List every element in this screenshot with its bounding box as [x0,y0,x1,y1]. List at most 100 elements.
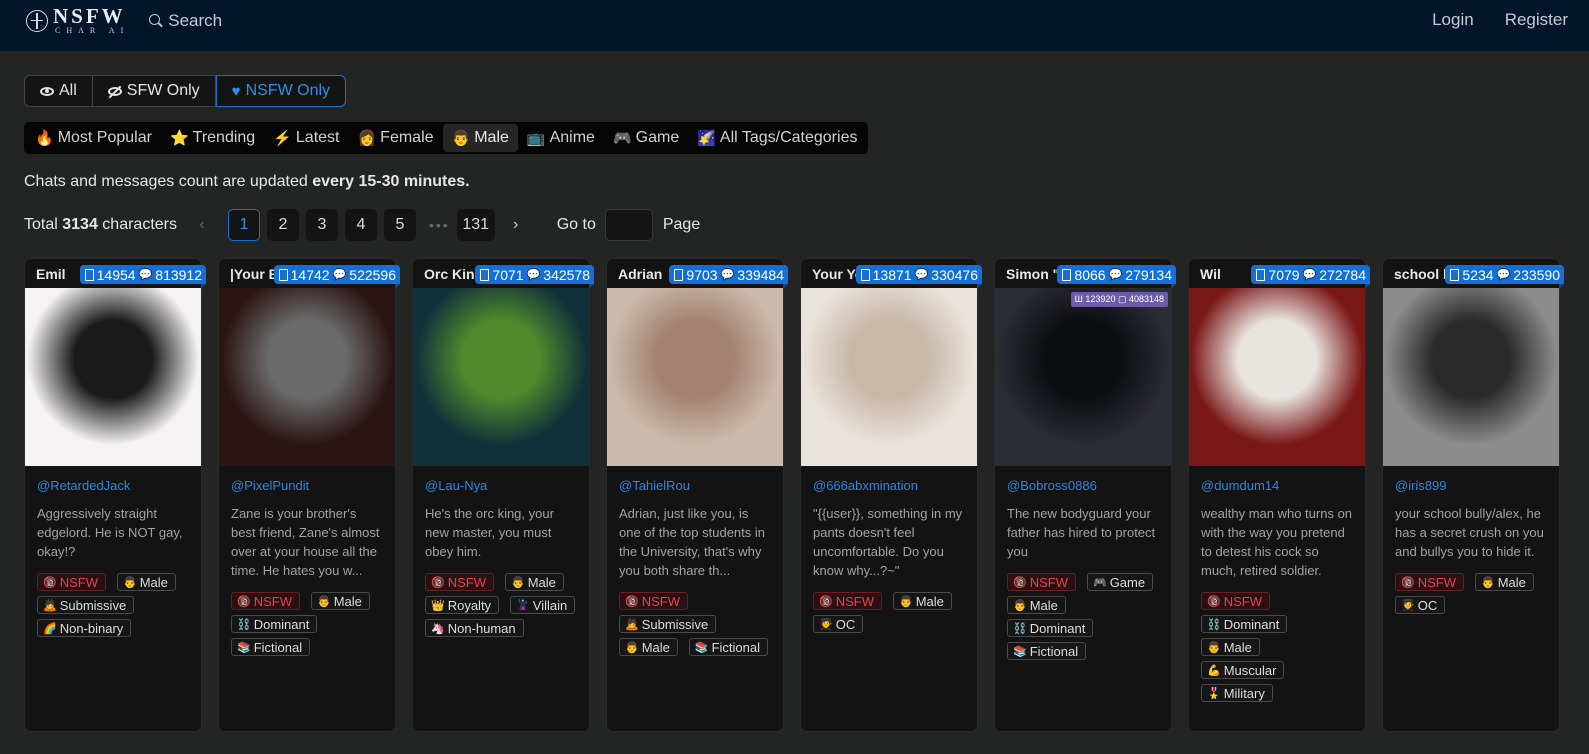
search-button[interactable]: Search [149,11,222,31]
tag-male[interactable]: 👨 Male [504,573,564,591]
pagination-ellipsis[interactable]: ••• [429,217,450,233]
creator-handle[interactable]: @TahielRou [619,478,771,493]
login-link[interactable]: Login [1432,10,1474,30]
category-tab-game[interactable]: 🎮 Game [604,124,688,152]
character-avatar[interactable] [1383,288,1559,466]
category-tab-female[interactable]: 👩 Female [348,124,442,152]
character-card[interactable]: Emil 14954 💬 813912 @RetardedJack Aggress… [24,258,207,732]
tag-nsfw[interactable]: 🔞 NSFW [1201,592,1270,610]
character-avatar[interactable] [25,288,201,466]
pagination: Total 3134 characters ‹ 1 2 3 4 5 ••• 13… [24,209,1589,241]
category-tab-trending[interactable]: ⭐ Trending [161,124,264,152]
tag-royalty[interactable]: 👑 Royalty [425,596,500,614]
register-link[interactable]: Register [1505,10,1568,30]
tag-emoji-icon: ⛓️ [237,618,251,631]
character-avatar[interactable] [219,288,395,466]
category-tab-male[interactable]: 👨 Male [442,124,518,152]
tag-submissive[interactable]: 🙇 Submissive [37,596,135,614]
tag-male[interactable]: 👨 Male [116,573,176,591]
tag-nsfw[interactable]: 🔞 NSFW [1395,573,1464,591]
tag-emoji-icon: 🔞 [237,595,251,608]
page-5-button[interactable]: 5 [383,209,416,241]
creator-handle[interactable]: @Bobross0886 [1007,478,1159,493]
tag-submissive[interactable]: 🙇 Submissive [619,615,717,633]
creator-handle[interactable]: @iris899 [1395,478,1547,493]
tag-muscular[interactable]: 💪 Muscular [1201,661,1285,679]
tag-male[interactable]: 👨 Male [1201,638,1260,656]
creator-handle[interactable]: @RetardedJack [37,478,189,493]
tag-oc[interactable]: 🧑‍🎓 OC [1395,596,1446,614]
tag-male[interactable]: 👨 Male [310,592,370,610]
character-avatar[interactable] [607,288,783,466]
stats-badge: 9703 💬 339484 [669,265,788,289]
category-tab-all-tags-categories[interactable]: 🌠 All Tags/Categories [688,124,866,152]
character-avatar[interactable]: Ш 123920 ▢ 4083148 [995,288,1171,466]
tag-nsfw[interactable]: 🔞 NSFW [231,592,300,610]
tag-nsfw[interactable]: 🔞 NSFW [425,573,494,591]
tag-nsfw[interactable]: 🔞 NSFW [619,592,688,610]
tag-military[interactable]: 🎖️ Military [1201,684,1273,702]
character-card[interactable]: Adrian 9703 💬 339484 @TahielRou Adrian, j… [606,258,788,732]
message-count: 279134 [1125,266,1172,283]
tag-villain[interactable]: 🦹 Villain [510,596,576,614]
tag-game[interactable]: 🎮 Game [1086,573,1154,591]
update-notice: Chats and messages count are updated eve… [24,173,1589,191]
last-page-button[interactable]: 131 [456,209,495,241]
creator-handle[interactable]: @dumdum14 [1201,478,1353,493]
tag-fictional[interactable]: 📚 Fictional [688,638,769,656]
character-avatar[interactable] [801,288,977,466]
tag-non-human[interactable]: 🦄 Non-human [425,619,524,637]
tag-nsfw[interactable]: 🔞 NSFW [813,592,882,610]
page-3-button[interactable]: 3 [305,209,338,241]
tag-fictional[interactable]: 📚 Fictional [1007,642,1087,660]
creator-handle[interactable]: @666abxmination [813,478,965,493]
tag-non-binary[interactable]: 🌈 Non-binary [37,619,132,637]
site-logo[interactable]: NSFW CHAR AI [26,6,129,35]
tag-label: Villain [532,597,568,613]
character-card[interactable]: |Your Brother's Best Friend| 14742 💬5225… [218,258,401,732]
tag-nsfw[interactable]: 🔞 NSFW [1007,573,1076,591]
prev-page-button[interactable]: ‹ [191,216,213,234]
filter-sfw-button[interactable]: SFW Only [93,76,216,106]
chat-count: 14742 [290,266,330,283]
category-tab-most-popular[interactable]: 🔥 Most Popular [26,124,161,152]
tag-male[interactable]: 👨 Male [1474,573,1534,591]
tag-male[interactable]: 👨 Male [892,592,952,610]
category-tab-anime[interactable]: 📺 Anime [518,124,604,152]
tag-emoji-icon: 🙇 [43,599,57,612]
tag-oc[interactable]: 🧑‍🎓 OC [813,615,864,633]
tag-label: Male [139,574,168,590]
chat-bubbles-icon: 💬 [332,269,347,281]
tag-fictional[interactable]: 📚 Fictional [231,638,311,656]
brain-logo-icon [26,9,48,32]
tag-emoji-icon: 🌈 [43,622,57,635]
chat-bubbles-icon: 💬 [1108,269,1123,281]
creator-handle[interactable]: @Lau-Nya [425,478,577,493]
goto-page-input[interactable] [604,209,653,241]
page-4-button[interactable]: 4 [344,209,377,241]
filter-all-button[interactable]: All [25,76,93,106]
tag-male[interactable]: 👨 Male [1007,596,1066,614]
tag-male[interactable]: 👨 Male [619,638,678,656]
character-avatar[interactable] [1189,288,1365,466]
tag-dominant[interactable]: ⛓️ Dominant [1201,615,1288,633]
next-page-button[interactable]: › [505,216,527,234]
character-card[interactable]: Simon "Ghost" Riley 8066 💬279134 Ш 12392… [994,258,1176,732]
category-label: Anime [549,129,595,146]
category-tab-latest[interactable]: ⚡ Latest [264,124,348,152]
character-card[interactable]: Orc King 7071 💬 342578 @Lau-Nya He's the … [412,258,594,732]
page-2-button[interactable]: 2 [266,209,299,241]
tag-nsfw[interactable]: 🔞 NSFW [37,573,106,591]
tag-label: Royalty [447,597,492,613]
creator-handle[interactable]: @PixelPundit [231,478,383,493]
tag-emoji-icon: ⛓️ [1013,622,1027,635]
tag-dominant[interactable]: ⛓️ Dominant [1007,619,1094,637]
character-card[interactable]: Your Younger Brother 13871 💬330476 @666a… [800,258,983,732]
page-1-button[interactable]: 1 [227,209,260,241]
character-card[interactable]: school bully 5234 💬 233590 @iris899 your … [1382,258,1564,732]
tag-dominant[interactable]: ⛓️ Dominant [231,615,318,633]
character-avatar[interactable] [413,288,589,466]
character-card[interactable]: Wil 7079 💬 272784 @dumdum14 wealthy man w… [1188,258,1370,732]
tag-emoji-icon: 👨 [898,595,913,608]
filter-nsfw-button[interactable]: ♥ NSFW Only [215,75,347,107]
